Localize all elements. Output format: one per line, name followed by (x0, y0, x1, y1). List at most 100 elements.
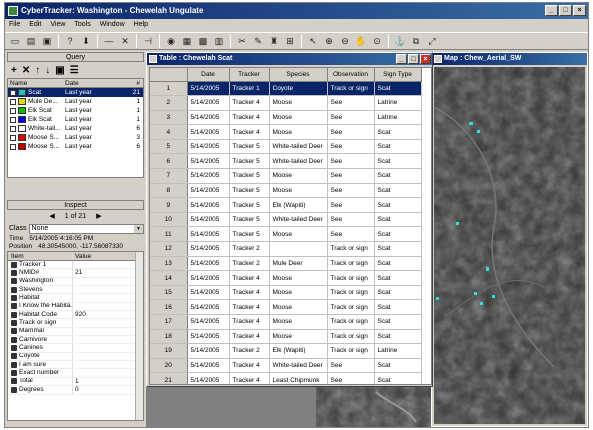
cell-species[interactable]: Moose (269, 299, 328, 315)
cell-species[interactable]: Moose (269, 285, 328, 301)
zoom-extent-icon[interactable]: ⊙ (370, 34, 384, 48)
cell-observation[interactable]: See (327, 183, 375, 199)
col-value[interactable]: Value (73, 252, 133, 260)
move-down-icon[interactable]: ↓ (45, 65, 50, 76)
cell-date[interactable]: 5/14/2005 (187, 153, 230, 170)
cell-observation[interactable]: Track or sign (327, 343, 375, 359)
inspect-row[interactable]: NMID# 21 (8, 269, 143, 278)
row-number[interactable]: 17 (150, 314, 188, 330)
filter-icon[interactable]: ☰ (70, 65, 79, 76)
cell-species[interactable]: White-tailed Deer (269, 153, 328, 170)
class-select[interactable]: None ▼ (28, 223, 144, 234)
cell-signtype[interactable]: Latrine (374, 110, 422, 126)
table-row[interactable]: 13 5/14/2005 Tracker 2 Mule Deer Track or si… (150, 256, 422, 272)
cell-tracker[interactable]: Tracker 4 (229, 358, 270, 374)
query-visible-checkbox[interactable] (10, 107, 16, 114)
cell-date[interactable]: 5/14/2005 (187, 358, 230, 374)
cell-date[interactable]: 5/14/2005 (187, 212, 230, 228)
grid-icon[interactable]: ⊞ (283, 34, 297, 48)
col-observation-header[interactable]: Observation (327, 68, 375, 82)
detail-scrollbar[interactable] (135, 252, 143, 420)
cell-date[interactable]: 5/14/2005 (187, 95, 230, 111)
col-item[interactable]: Item (8, 252, 73, 260)
minimize-button[interactable]: _ (545, 5, 558, 16)
table-row[interactable]: 2 5/14/2005 Tracker 4 Moose See Latrine (150, 95, 422, 111)
scat-marker[interactable] (492, 295, 495, 298)
cell-date[interactable]: 5/14/2005 (187, 168, 230, 184)
stamp-icon[interactable]: ♜ (267, 34, 281, 48)
row-number[interactable]: 16 (150, 299, 188, 315)
inspect-row[interactable]: Washington (8, 277, 143, 287)
add-query-icon[interactable]: + (11, 65, 17, 76)
cell-date[interactable]: 5/14/2005 (187, 285, 230, 301)
zoom-out-icon[interactable]: ⊖ (338, 34, 352, 48)
cell-observation[interactable]: See (327, 124, 375, 140)
row-number[interactable]: 7 (150, 168, 188, 184)
cell-species[interactable]: Moose (269, 270, 328, 286)
inspect-row[interactable]: Exact number (8, 369, 143, 378)
cell-species[interactable]: Moose (269, 110, 328, 126)
scat-marker[interactable] (477, 130, 480, 133)
cell-tracker[interactable]: Tracker 4 (229, 314, 270, 330)
row-number[interactable]: 13 (150, 256, 188, 272)
expand-icon[interactable]: ⤢ (425, 34, 439, 48)
cell-observation[interactable]: See (327, 358, 375, 374)
cell-signtype[interactable]: Scat (374, 81, 422, 97)
cell-tracker[interactable]: Tracker 5 (229, 168, 270, 184)
query-visible-checkbox[interactable] (10, 143, 16, 150)
query-visible-checkbox[interactable] (10, 134, 16, 141)
chevron-down-icon[interactable]: ▼ (134, 224, 143, 233)
cell-signtype[interactable]: Scat (374, 372, 422, 384)
cell-signtype[interactable]: Latrine (374, 95, 422, 111)
tools-icon[interactable]: ✂ (235, 34, 249, 48)
cell-species[interactable]: Elk (Wapiti) (269, 197, 328, 213)
cell-date[interactable]: 5/14/2005 (187, 372, 230, 384)
table-row[interactable]: 4 5/14/2005 Tracker 4 Moose See Scat (150, 124, 422, 140)
cell-observation[interactable]: See (327, 95, 375, 111)
cell-date[interactable]: 5/14/2005 (187, 299, 230, 315)
cell-observation[interactable]: Track or sign (327, 285, 375, 301)
row-number[interactable]: 4 (150, 124, 188, 140)
col-date[interactable]: Date (63, 79, 125, 87)
select-icon[interactable]: ↖ (306, 34, 320, 48)
row-number[interactable]: 20 (150, 358, 188, 374)
map-icon[interactable]: ▩ (196, 34, 210, 48)
cell-tracker[interactable]: Tracker 4 (229, 95, 270, 111)
query-row[interactable]: Mule De... Last year 1 (8, 97, 143, 106)
table-close-button[interactable]: × (420, 54, 431, 64)
layers-icon[interactable]: ⧉ (409, 34, 423, 48)
cell-observation[interactable]: See (327, 139, 375, 155)
anchor-icon[interactable]: ⚓ (393, 34, 407, 48)
menu-edit[interactable]: Edit (29, 19, 41, 31)
cell-date[interactable]: 5/14/2005 (187, 314, 230, 330)
table-row[interactable]: 15 5/14/2005 Tracker 4 Moose Track or sign Sc… (150, 285, 422, 301)
cell-tracker[interactable]: Tracker 4 (229, 124, 270, 140)
cell-signtype[interactable]: Scat (374, 212, 422, 228)
query-row[interactable]: Scat Last year 21 (8, 88, 143, 97)
query-visible-checkbox[interactable] (10, 116, 16, 123)
cell-observation[interactable]: Track or sign (327, 241, 375, 257)
cell-observation[interactable]: See (327, 153, 375, 170)
cell-tracker[interactable]: Tracker 5 (229, 183, 270, 199)
cell-signtype[interactable]: Scat (374, 329, 422, 345)
scat-marker[interactable] (456, 222, 459, 225)
inspect-row[interactable]: Habitat Code 920 (8, 311, 143, 320)
table-row[interactable]: 17 5/14/2005 Tracker 4 Moose Track or sign Sc… (150, 314, 422, 330)
cell-signtype[interactable]: Scat (374, 299, 422, 315)
table-row[interactable]: 7 5/14/2005 Tracker 5 Moose See Scat (150, 168, 422, 184)
cell-date[interactable]: 5/14/2005 (187, 197, 230, 213)
cell-tracker[interactable]: Tracker 2 (229, 256, 270, 272)
aerial-map[interactable] (434, 67, 585, 424)
cell-tracker[interactable]: Tracker 5 (229, 139, 270, 155)
delete-query-icon[interactable]: ✕ (22, 65, 30, 76)
cell-date[interactable]: 5/14/2005 (187, 124, 230, 140)
prev-record-icon[interactable]: ◀ (49, 212, 54, 220)
query-visible-checkbox[interactable] (10, 89, 16, 96)
query-visible-checkbox[interactable] (10, 125, 16, 132)
cell-tracker[interactable]: Tracker 2 (229, 241, 270, 257)
menu-tools[interactable]: Tools (74, 19, 90, 31)
cell-date[interactable]: 5/14/2005 (187, 256, 230, 272)
table-row[interactable]: 19 5/14/2005 Tracker 2 Elk (Wapiti) Track or… (150, 343, 422, 359)
remove-icon[interactable]: — (102, 34, 116, 48)
cell-signtype[interactable]: Scat (374, 241, 422, 257)
